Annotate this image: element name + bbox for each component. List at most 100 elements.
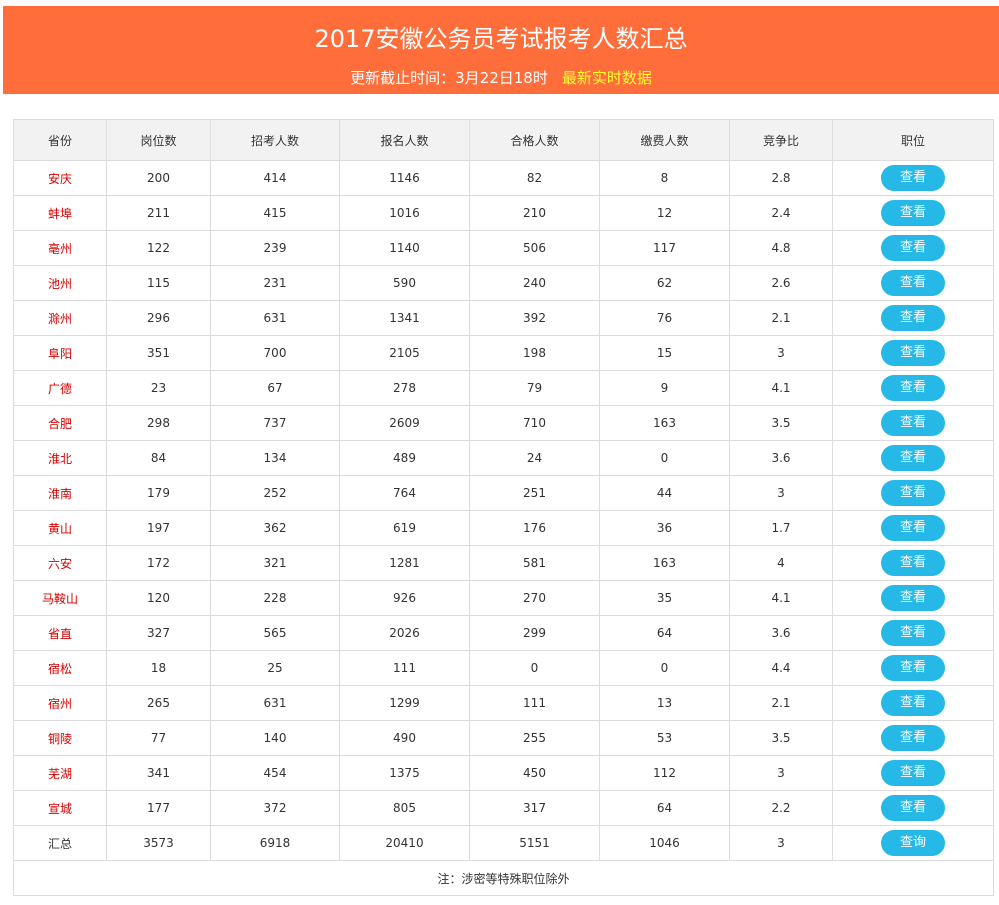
posts-cell: 77 bbox=[106, 720, 211, 756]
recruit-cell: 252 bbox=[210, 475, 340, 511]
province-cell: 宿松 bbox=[13, 650, 107, 686]
paid-cell: 12 bbox=[599, 195, 730, 231]
view-positions-button[interactable]: 查看 bbox=[881, 515, 945, 541]
posts-cell: 172 bbox=[106, 545, 211, 581]
column-header: 招考人数 bbox=[210, 119, 340, 161]
recruit-cell: 134 bbox=[210, 440, 340, 476]
province-cell: 六安 bbox=[13, 545, 107, 581]
action-cell: 查看 bbox=[832, 545, 994, 581]
qualified-cell: 240 bbox=[469, 265, 600, 301]
recruit-cell: 228 bbox=[210, 580, 340, 616]
qualified-cell: 392 bbox=[469, 300, 600, 336]
view-positions-button[interactable]: 查看 bbox=[881, 795, 945, 821]
action-cell: 查看 bbox=[832, 755, 994, 791]
province-cell: 淮北 bbox=[13, 440, 107, 476]
paid-cell: 163 bbox=[599, 405, 730, 441]
view-positions-button[interactable]: 查看 bbox=[881, 655, 945, 681]
table-row: 池州 115 231 590 240 62 2.6 查看 bbox=[13, 265, 994, 301]
paid-cell: 163 bbox=[599, 545, 730, 581]
recruit-cell: 25 bbox=[210, 650, 340, 686]
table-row: 广德 23 67 278 79 9 4.1 查看 bbox=[13, 370, 994, 406]
ratio-cell: 2.1 bbox=[729, 300, 833, 336]
paid-cell: 64 bbox=[599, 615, 730, 651]
view-positions-button[interactable]: 查看 bbox=[881, 270, 945, 296]
qualified-cell: 5151 bbox=[469, 825, 600, 861]
paid-cell: 35 bbox=[599, 580, 730, 616]
posts-cell: 120 bbox=[106, 580, 211, 616]
province-cell: 安庆 bbox=[13, 160, 107, 196]
qualified-cell: 82 bbox=[469, 160, 600, 196]
paid-cell: 9 bbox=[599, 370, 730, 406]
table-row: 黄山 197 362 619 176 36 1.7 查看 bbox=[13, 510, 994, 546]
table-row: 马鞍山 120 228 926 270 35 4.1 查看 bbox=[13, 580, 994, 616]
action-cell: 查看 bbox=[832, 160, 994, 196]
action-cell: 查询 bbox=[832, 825, 994, 861]
action-cell: 查看 bbox=[832, 475, 994, 511]
page-title: 2017安徽公务员考试报考人数汇总 bbox=[314, 25, 688, 53]
view-positions-button[interactable]: 查看 bbox=[881, 445, 945, 471]
view-positions-button[interactable]: 查看 bbox=[881, 585, 945, 611]
applied-cell: 1016 bbox=[339, 195, 470, 231]
view-positions-button[interactable]: 查看 bbox=[881, 375, 945, 401]
table-row: 合肥 298 737 2609 710 163 3.5 查看 bbox=[13, 405, 994, 441]
view-positions-button[interactable]: 查看 bbox=[881, 410, 945, 436]
applied-cell: 1140 bbox=[339, 230, 470, 266]
posts-cell: 18 bbox=[106, 650, 211, 686]
table-row: 宿松 18 25 111 0 0 4.4 查看 bbox=[13, 650, 994, 686]
action-cell: 查看 bbox=[832, 615, 994, 651]
applied-cell: 1341 bbox=[339, 300, 470, 336]
recruit-cell: 414 bbox=[210, 160, 340, 196]
posts-cell: 200 bbox=[106, 160, 211, 196]
view-positions-button[interactable]: 查看 bbox=[881, 690, 945, 716]
applied-cell: 926 bbox=[339, 580, 470, 616]
province-cell: 省直 bbox=[13, 615, 107, 651]
posts-cell: 211 bbox=[106, 195, 211, 231]
table-header-row: 省份 岗位数 招考人数 报名人数 合格人数 缴费人数 竞争比 职位 bbox=[13, 119, 994, 161]
recruit-cell: 140 bbox=[210, 720, 340, 756]
province-cell: 合肥 bbox=[13, 405, 107, 441]
province-cell: 淮南 bbox=[13, 475, 107, 511]
paid-cell: 76 bbox=[599, 300, 730, 336]
view-positions-button[interactable]: 查看 bbox=[881, 200, 945, 226]
view-positions-button[interactable]: 查看 bbox=[881, 340, 945, 366]
paid-cell: 0 bbox=[599, 650, 730, 686]
qualified-cell: 176 bbox=[469, 510, 600, 546]
view-positions-button[interactable]: 查看 bbox=[881, 620, 945, 646]
applied-cell: 2105 bbox=[339, 335, 470, 371]
ratio-cell: 3 bbox=[729, 755, 833, 791]
province-cell: 池州 bbox=[13, 265, 107, 301]
province-cell: 宣城 bbox=[13, 790, 107, 826]
view-positions-button[interactable]: 查看 bbox=[881, 760, 945, 786]
paid-cell: 53 bbox=[599, 720, 730, 756]
table-row: 汇总 3573 6918 20410 5151 1046 3 查询 bbox=[13, 825, 994, 861]
table-row: 滁州 296 631 1341 392 76 2.1 查看 bbox=[13, 300, 994, 336]
recruit-cell: 631 bbox=[210, 300, 340, 336]
view-positions-button[interactable]: 查询 bbox=[881, 830, 945, 856]
qualified-cell: 506 bbox=[469, 230, 600, 266]
column-header: 职位 bbox=[832, 119, 994, 161]
qualified-cell: 581 bbox=[469, 545, 600, 581]
action-cell: 查看 bbox=[832, 370, 994, 406]
ratio-cell: 3.6 bbox=[729, 440, 833, 476]
table-row: 亳州 122 239 1140 506 117 4.8 查看 bbox=[13, 230, 994, 266]
ratio-cell: 2.2 bbox=[729, 790, 833, 826]
view-positions-button[interactable]: 查看 bbox=[881, 235, 945, 261]
column-header: 合格人数 bbox=[469, 119, 600, 161]
table-row: 安庆 200 414 1146 82 8 2.8 查看 bbox=[13, 160, 994, 196]
page-header: 2017安徽公务员考试报考人数汇总 更新截止时间：3月22日18时 最新实时数据 bbox=[3, 6, 999, 94]
applied-cell: 764 bbox=[339, 475, 470, 511]
applied-cell: 490 bbox=[339, 720, 470, 756]
view-positions-button[interactable]: 查看 bbox=[881, 305, 945, 331]
applied-cell: 619 bbox=[339, 510, 470, 546]
view-positions-button[interactable]: 查看 bbox=[881, 480, 945, 506]
posts-cell: 296 bbox=[106, 300, 211, 336]
recruit-cell: 6918 bbox=[210, 825, 340, 861]
recruit-cell: 700 bbox=[210, 335, 340, 371]
view-positions-button[interactable]: 查看 bbox=[881, 165, 945, 191]
view-positions-button[interactable]: 查看 bbox=[881, 550, 945, 576]
posts-cell: 351 bbox=[106, 335, 211, 371]
province-cell: 汇总 bbox=[13, 825, 107, 861]
paid-cell: 1046 bbox=[599, 825, 730, 861]
view-positions-button[interactable]: 查看 bbox=[881, 725, 945, 751]
province-cell: 广德 bbox=[13, 370, 107, 406]
